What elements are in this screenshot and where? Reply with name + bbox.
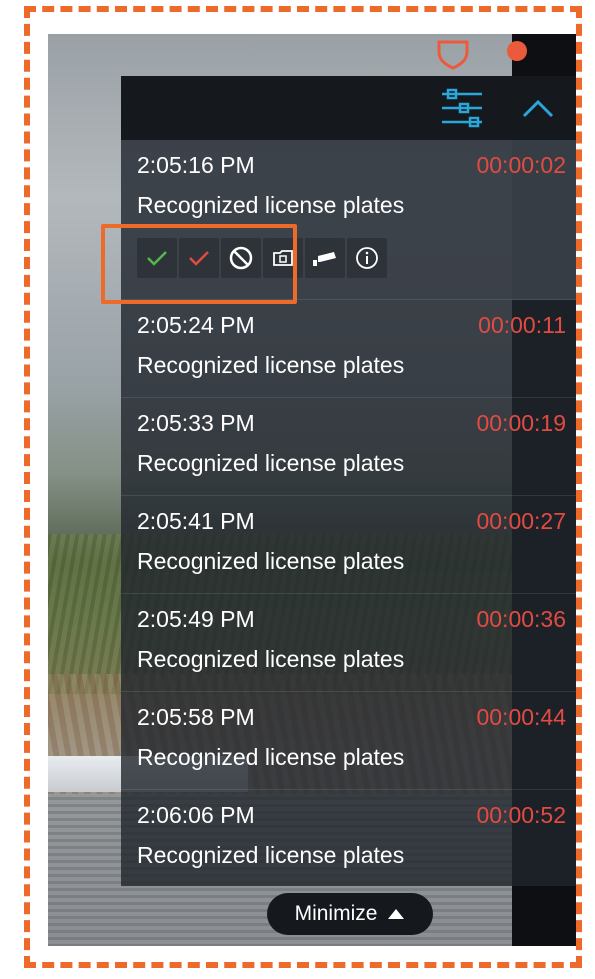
event-label: Recognized license plates bbox=[137, 192, 405, 218]
event-time: 2:06:06 PM bbox=[137, 802, 255, 828]
list-item[interactable]: 2:05:33 PM 00:00:19 Recognized license p… bbox=[121, 398, 576, 496]
shield-icon[interactable] bbox=[436, 38, 470, 70]
event-duration: 00:00:44 bbox=[476, 704, 566, 730]
event-label: Recognized license plates bbox=[137, 646, 405, 672]
event-duration: 00:00:19 bbox=[476, 410, 566, 436]
camera-icon bbox=[313, 252, 336, 266]
event-duration: 00:00:11 bbox=[478, 312, 566, 338]
event-time: 2:05:24 PM bbox=[137, 312, 255, 338]
event-time: 2:05:58 PM bbox=[137, 704, 255, 730]
event-label: Recognized license plates bbox=[137, 842, 405, 868]
info-icon bbox=[356, 247, 378, 269]
event-label: Recognized license plates bbox=[137, 744, 405, 770]
actions-highlight bbox=[101, 224, 297, 304]
camera-button[interactable] bbox=[305, 238, 345, 278]
event-duration: 00:00:02 bbox=[476, 152, 566, 178]
list-item[interactable]: 2:05:58 PM 00:00:44 Recognized license p… bbox=[121, 692, 576, 790]
event-time: 2:05:41 PM bbox=[137, 508, 255, 534]
list-item[interactable]: 2:05:41 PM 00:00:27 Recognized license p… bbox=[121, 496, 576, 594]
info-button[interactable] bbox=[347, 238, 387, 278]
filter-icon[interactable] bbox=[440, 88, 484, 128]
minimize-button[interactable]: Minimize bbox=[267, 893, 433, 935]
panel-header bbox=[121, 76, 576, 140]
event-label: Recognized license plates bbox=[137, 450, 405, 476]
record-indicator bbox=[507, 41, 527, 61]
event-label: Recognized license plates bbox=[137, 352, 405, 378]
chevron-up-icon[interactable] bbox=[518, 92, 558, 124]
event-duration: 00:00:52 bbox=[476, 802, 566, 828]
minimize-label: Minimize bbox=[294, 902, 378, 925]
event-duration: 00:00:36 bbox=[476, 606, 566, 632]
triangle-up-icon bbox=[388, 909, 405, 919]
event-label: Recognized license plates bbox=[137, 548, 405, 574]
event-duration: 00:00:27 bbox=[476, 508, 566, 534]
event-time: 2:05:33 PM bbox=[137, 410, 255, 436]
list-item[interactable]: 2:06:06 PM 00:00:52 Recognized license p… bbox=[121, 790, 576, 888]
list-item[interactable]: 2:05:49 PM 00:00:36 Recognized license p… bbox=[121, 594, 576, 692]
event-time: 2:05:16 PM bbox=[137, 152, 255, 178]
list-item[interactable]: 2:05:24 PM 00:00:11 Recognized license p… bbox=[121, 300, 576, 398]
event-time: 2:05:49 PM bbox=[137, 606, 255, 632]
